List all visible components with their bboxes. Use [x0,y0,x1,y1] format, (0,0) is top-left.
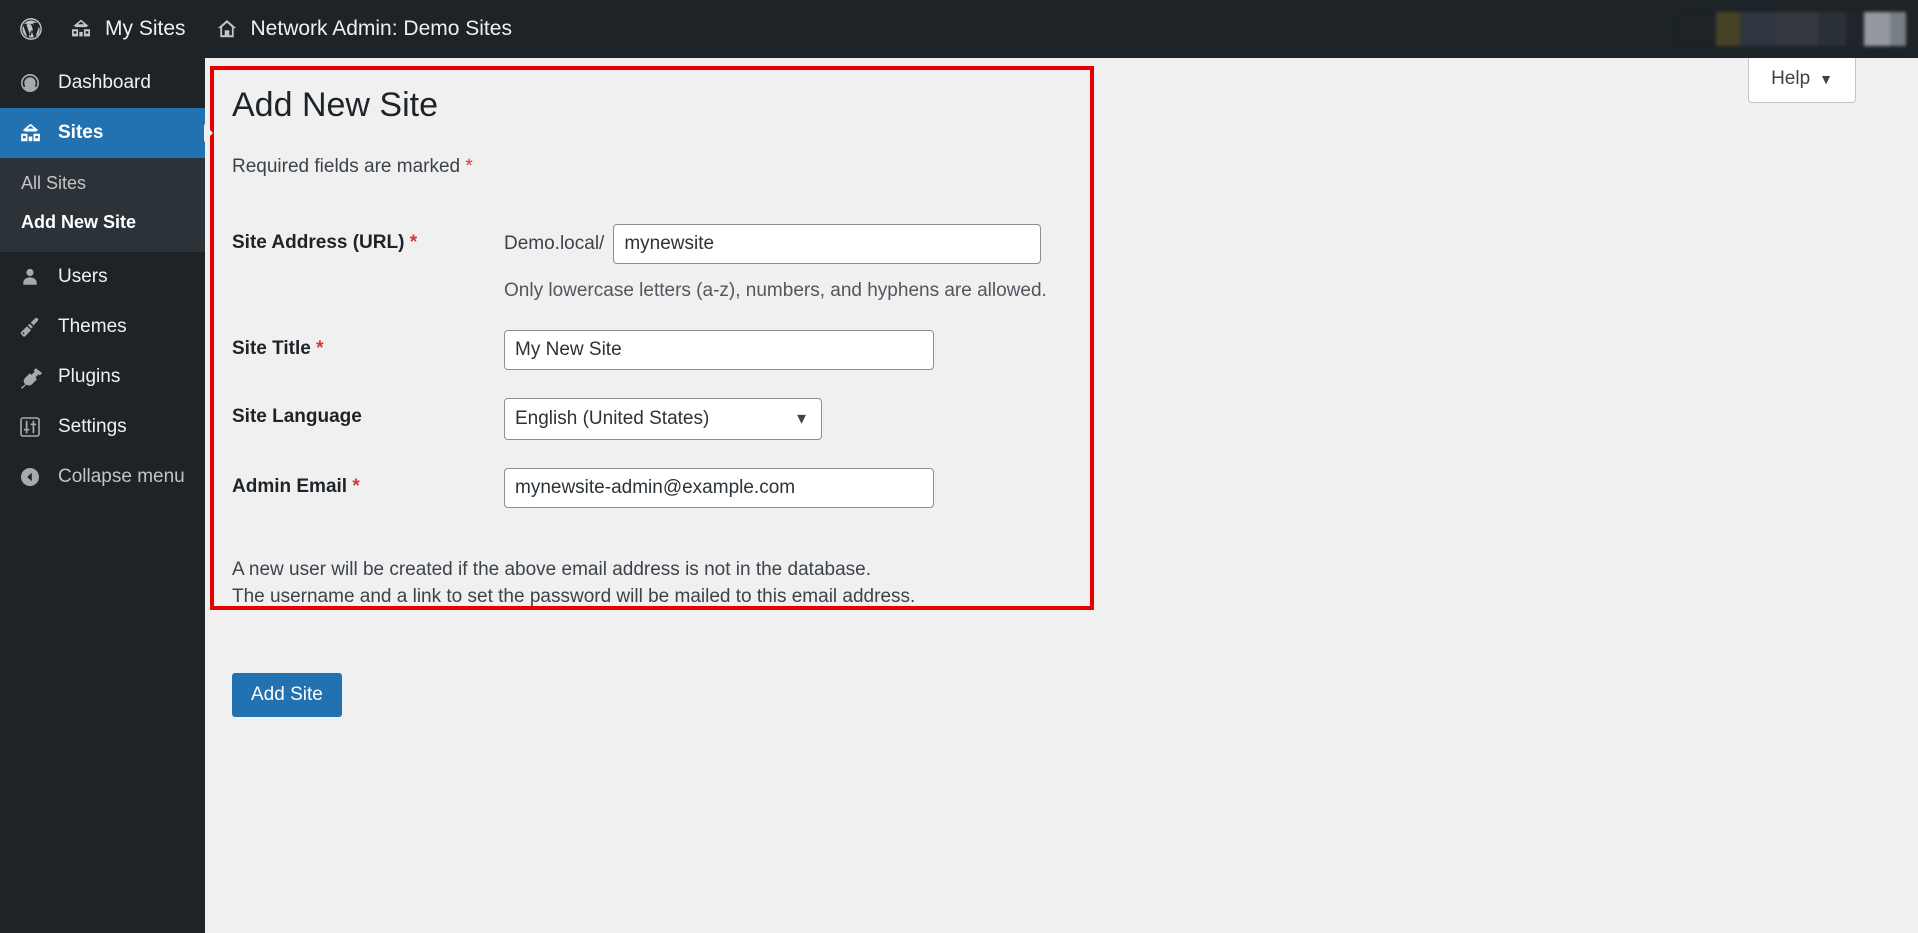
collapse-arrow-icon [17,464,43,490]
required-marker: * [465,155,473,177]
site-title-input[interactable] [504,329,934,370]
admin-bar-account-area[interactable] [1668,0,1918,58]
wordpress-logo-menu[interactable] [0,0,54,58]
admin-bar-my-sites[interactable]: My Sites [54,0,200,58]
user-icon [17,264,43,290]
admin-bar-network-admin-label: Network Admin: Demo Sites [250,17,512,40]
admin-email-input[interactable] [504,467,934,508]
buildings-icon [68,16,94,42]
site-address-required-marker: * [409,231,418,253]
page-title: Add New Site [232,86,438,124]
sidebar-item-themes[interactable]: Themes [0,302,205,352]
chevron-down-icon: ▼ [1819,71,1833,87]
buildings-icon [17,120,43,146]
home-icon [214,16,240,42]
sidebar-item-sites[interactable]: Sites [0,108,213,158]
field-row-site-title: Site Title * [232,316,1112,384]
main-content: Help ▼ Add New Site Required fields are m… [205,58,1918,933]
admin-bar-my-sites-label: My Sites [105,17,186,40]
sidebar-item-settings-label: Settings [58,416,127,437]
field-row-site-language: Site Language English (United States) ▼ [232,384,1112,454]
sidebar-item-add-new-site[interactable]: Add New Site [0,203,205,242]
site-fields-table: Site Address (URL) * Demo.local/ Only lo… [232,210,1112,522]
site-language-select-wrap: English (United States) ▼ [504,397,822,440]
dashboard-gauge-icon [17,70,43,96]
site-address-input-group: Demo.local/ [504,223,1112,264]
new-user-note: A new user will be created if the above … [232,556,1232,611]
site-title-label: Site Title * [232,316,504,384]
sidebar-item-users-label: Users [58,266,108,287]
site-address-label-text: Site Address (URL) [232,231,405,253]
sidebar-submenu-sites: All Sites Add New Site [0,158,205,252]
admin-email-label: Admin Email * [232,454,504,522]
sidebar-item-settings[interactable]: Settings [0,402,205,452]
help-tab-label: Help [1771,68,1811,89]
admin-sidebar: Dashboard Sites All Sites Add New Site U… [0,58,213,933]
field-row-site-address: Site Address (URL) * Demo.local/ Only lo… [232,210,1112,316]
admin-email-required-marker: * [352,475,360,497]
admin-bar-network-admin[interactable]: Network Admin: Demo Sites [200,0,526,58]
sliders-icon [17,414,43,440]
collapse-menu-button[interactable]: Collapse menu [0,452,205,502]
sidebar-item-all-sites[interactable]: All Sites [0,164,205,203]
site-address-input[interactable] [613,223,1042,264]
wordpress-logo-icon [18,16,44,42]
site-title-label-text: Site Title [232,337,311,359]
required-fields-note-text: Required fields are marked [232,155,461,177]
site-language-select[interactable]: English (United States) [504,397,822,440]
admin-email-label-text: Admin Email [232,475,348,497]
sidebar-item-themes-label: Themes [58,316,127,337]
new-user-note-line1: A new user will be created if the above … [232,558,871,580]
site-title-required-marker: * [316,337,324,359]
sidebar-item-plugins-label: Plugins [58,366,121,387]
collapse-menu-label: Collapse menu [58,466,185,487]
plug-icon [17,364,43,390]
sidebar-item-dashboard[interactable]: Dashboard [0,58,205,108]
site-language-label-text: Site Language [232,405,362,427]
sidebar-item-sites-label: Sites [58,122,104,143]
sidebar-item-users[interactable]: Users [0,252,205,302]
add-new-site-form: Add New Site Required fields are marked … [232,76,1232,717]
paintbrush-icon [17,314,43,340]
sidebar-item-plugins[interactable]: Plugins [0,352,205,402]
sidebar-item-dashboard-label: Dashboard [58,72,151,93]
field-row-admin-email: Admin Email * [232,454,1112,522]
help-tab-button[interactable]: Help ▼ [1748,58,1856,103]
site-language-label: Site Language [232,384,504,454]
admin-bar: My Sites Network Admin: Demo Sites [0,0,1918,58]
site-address-prefix: Demo.local/ [504,232,605,254]
site-address-label: Site Address (URL) * [232,210,504,316]
account-area-redacted [1678,12,1906,46]
site-address-hint: Only lowercase letters (a-z), numbers, a… [504,279,1047,301]
add-site-button[interactable]: Add Site [232,672,342,717]
required-fields-note: Required fields are marked * [232,156,1232,178]
new-user-note-line2: The username and a link to set the passw… [232,586,916,608]
